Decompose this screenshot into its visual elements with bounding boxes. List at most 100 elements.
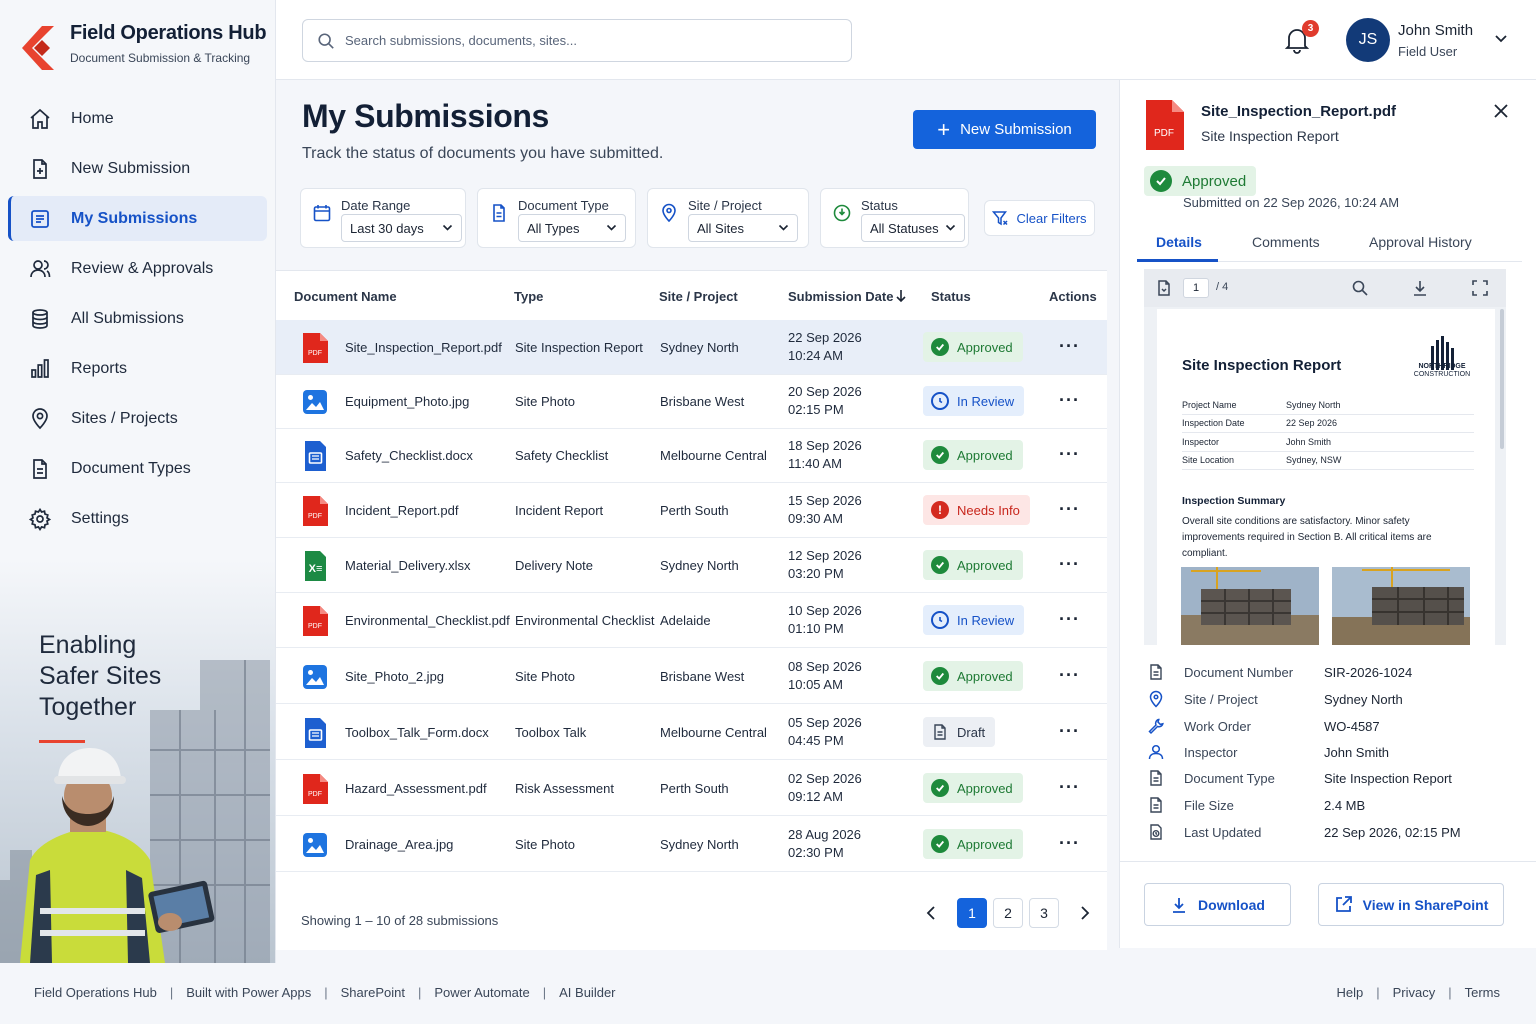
preview-summary-text: Overall site conditions are satisfactory… [1182, 516, 1432, 559]
cell-file-name[interactable]: Incident_Report.pdf [345, 503, 458, 518]
nav-item-home[interactable]: Home [8, 96, 267, 141]
view-in-sharepoint-button[interactable]: View in SharePoint [1318, 883, 1504, 926]
chevron-left-icon[interactable] [924, 905, 940, 921]
cell-file-name[interactable]: Material_Delivery.xlsx [345, 558, 470, 573]
footer-terms-link[interactable]: Terms [1465, 985, 1500, 1000]
footer-link[interactable]: Built with Power Apps [186, 985, 311, 1000]
nav-item-reports[interactable]: Reports [8, 346, 267, 391]
cell-time: 09:12 AM [788, 789, 843, 804]
nav-item-document-types[interactable]: Document Types [8, 446, 267, 491]
nav-item-settings[interactable]: Settings [8, 496, 267, 541]
footer-link[interactable]: Power Automate [434, 985, 529, 1000]
cell-date: 08 Sep 2026 [788, 659, 862, 674]
chevron-right-icon[interactable] [1076, 905, 1092, 921]
new-submission-button[interactable]: + New Submission [913, 110, 1096, 149]
row-actions-menu-icon[interactable]: ··· [1059, 555, 1080, 573]
status-select[interactable]: All Statuses [861, 214, 965, 242]
cell-file-name[interactable]: Drainage_Area.jpg [345, 837, 453, 852]
row-actions-menu-icon[interactable]: ··· [1059, 445, 1080, 463]
preview-title: Site Inspection Report [1182, 357, 1342, 374]
footer-link[interactable]: SharePoint [341, 985, 405, 1000]
cell-date: 22 Sep 2026 [788, 330, 862, 345]
document-type-filter: Document Type All Types [477, 188, 636, 248]
page-button-3[interactable]: 3 [1029, 898, 1059, 928]
tab-details[interactable]: Details [1156, 234, 1202, 250]
nav-item-all-submissions[interactable]: All Submissions [8, 296, 267, 341]
chevron-down-icon[interactable] [1494, 34, 1508, 44]
row-actions-menu-icon[interactable]: ··· [1059, 500, 1080, 518]
cell-file-name[interactable]: Site_Photo_2.jpg [345, 669, 444, 684]
page-button-2[interactable]: 2 [993, 898, 1023, 928]
table-row[interactable]: PDF Incident_Report.pdf Incident Report Per… [276, 483, 1107, 538]
clear-filters-button[interactable]: Clear Filters [984, 200, 1095, 236]
table-row[interactable]: Site_Photo_2.jpg Site Photo Brisbane West 0… [276, 649, 1107, 704]
document-icon [1150, 770, 1162, 786]
topbar: 3 JS John Smith Field User [276, 0, 1536, 80]
download-button[interactable]: Download [1144, 883, 1291, 926]
status-badge: Approved [923, 440, 1023, 470]
column-header-date[interactable]: Submission Date [788, 289, 893, 304]
cell-site: Sydney North [660, 837, 739, 852]
footer-privacy-link[interactable]: Privacy [1393, 985, 1436, 1000]
cell-file-name[interactable]: Equipment_Photo.jpg [345, 394, 469, 409]
download-icon[interactable] [1411, 279, 1429, 297]
user-menu[interactable]: JS John Smith Field User [1346, 18, 1473, 62]
viewer-scrollbar[interactable] [1500, 309, 1504, 449]
meta-value: John Smith [1324, 745, 1390, 760]
table-row[interactable]: PDF Hazard_Assessment.pdf Risk Assessment P… [276, 761, 1107, 816]
column-header-status[interactable]: Status [931, 289, 971, 304]
tab-approval-history[interactable]: Approval History [1369, 234, 1472, 250]
cell-file-name[interactable]: Toolbox_Talk_Form.docx [345, 725, 489, 740]
table-row[interactable]: X≡ Material_Delivery.xlsx Delivery Note Syd… [276, 538, 1107, 593]
user-role: Field User [1398, 43, 1458, 59]
table-row[interactable]: Toolbox_Talk_Form.docx Toolbox Talk Melbou… [276, 705, 1107, 760]
page-button-1[interactable]: 1 [957, 898, 987, 928]
cell-file-name[interactable]: Safety_Checklist.docx [345, 448, 473, 463]
cell-date: 28 Aug 2026 [788, 827, 862, 842]
meta-key: File Size [1184, 798, 1234, 813]
table-row[interactable]: PDF Environmental_Checklist.pdf Environmen… [276, 593, 1107, 648]
nav-item-my-submissions[interactable]: My Submissions [8, 196, 267, 241]
detail-tabs: Details Comments Approval History [1137, 226, 1522, 262]
site-project-select[interactable]: All Sites [688, 214, 798, 242]
close-icon[interactable] [1492, 102, 1510, 120]
filter-value: All Types [527, 220, 580, 236]
table-row[interactable]: Drainage_Area.jpg Site Photo Sydney North 2… [276, 817, 1107, 872]
date-range-select[interactable]: Last 30 days [341, 214, 462, 242]
column-header-site[interactable]: Site / Project [659, 289, 738, 304]
footer-link[interactable]: AI Builder [559, 985, 615, 1000]
nav-item-new-submission[interactable]: New Submission [8, 146, 267, 191]
cell-file-name[interactable]: Hazard_Assessment.pdf [345, 781, 487, 796]
table-header: Document Name Type Site / Project Submis… [276, 271, 1107, 321]
row-actions-menu-icon[interactable]: ··· [1059, 391, 1080, 409]
tab-comments[interactable]: Comments [1252, 234, 1320, 250]
page-number-input[interactable]: 1 [1183, 278, 1209, 298]
search-icon[interactable] [1351, 279, 1369, 297]
nav-item-sites-projects[interactable]: Sites / Projects [8, 396, 267, 441]
row-actions-menu-icon[interactable]: ··· [1059, 778, 1080, 796]
row-actions-menu-icon[interactable]: ··· [1059, 610, 1080, 628]
document-type-select[interactable]: All Types [518, 214, 626, 242]
search-box[interactable] [302, 19, 852, 62]
clock-file-icon [1150, 824, 1162, 840]
row-actions-menu-icon[interactable]: ··· [1059, 337, 1080, 355]
row-actions-menu-icon[interactable]: ··· [1059, 834, 1080, 852]
search-input[interactable] [345, 33, 825, 48]
footer-link[interactable]: Field Operations Hub [34, 985, 157, 1000]
page-thumbnails-icon[interactable] [1155, 279, 1173, 297]
row-actions-menu-icon[interactable]: ··· [1059, 666, 1080, 684]
cell-file-name[interactable]: Site_Inspection_Report.pdf [345, 340, 502, 355]
brand[interactable]: Field Operations Hub Document Submission… [22, 22, 267, 70]
row-actions-menu-icon[interactable]: ··· [1059, 722, 1080, 740]
nav-item-review-approvals[interactable]: Review & Approvals [8, 246, 267, 291]
column-header-type[interactable]: Type [514, 289, 543, 304]
table-row[interactable]: PDF Site_Inspection_Report.pdf Site Inspec… [276, 320, 1107, 375]
sort-descending-icon[interactable] [895, 289, 907, 303]
column-header-name[interactable]: Document Name [294, 289, 397, 304]
table-row[interactable]: Safety_Checklist.docx Safety Checklist Mel… [276, 428, 1107, 483]
cell-file-name[interactable]: Environmental_Checklist.pdf [345, 613, 510, 628]
fullscreen-icon[interactable] [1471, 279, 1489, 297]
table-row[interactable]: Equipment_Photo.jpg Site Photo Brisbane We… [276, 374, 1107, 429]
footer-help-link[interactable]: Help [1336, 985, 1363, 1000]
notifications-button[interactable]: 3 [1284, 20, 1319, 58]
